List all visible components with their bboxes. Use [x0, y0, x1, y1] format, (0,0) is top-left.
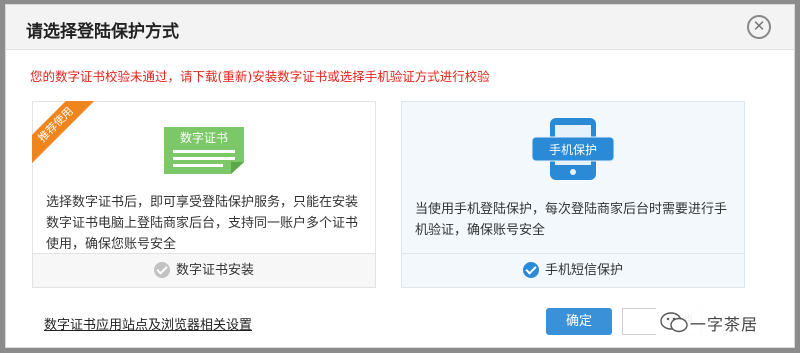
certificate-install-option[interactable]: 数字证书安装 — [33, 253, 375, 287]
phone-option-card[interactable]: 手机保护 当使用手机登陆保护，每次登陆商家后台时需要进行手机验证，确保账号安全 … — [401, 101, 745, 288]
phone-icon: 手机保护 — [531, 118, 615, 180]
phone-icon-label: 手机保护 — [549, 143, 597, 157]
check-icon — [522, 261, 539, 278]
watermark: 一字茶居 — [656, 305, 772, 339]
certificate-footer-label: 数字证书安装 — [175, 263, 254, 278]
close-button[interactable]: ✕ — [747, 15, 771, 39]
certificate-icon-label: 数字证书 — [180, 130, 228, 145]
sms-protection-option[interactable]: 手机短信保护 — [402, 253, 744, 287]
phone-footer-label: 手机短信保护 — [544, 263, 623, 278]
login-protection-dialog: 请选择登陆保护方式 ✕ 您的数字证书校验未通过，请下载(重新)安装数字证书或选择… — [5, 4, 795, 348]
dialog-header: 请选择登陆保护方式 ✕ — [6, 5, 794, 50]
phone-description: 当使用手机登陆保护，每次登陆商家后台时需要进行手机验证，确保账号安全 — [415, 202, 728, 238]
warning-message: 您的数字证书校验未通过，请下载(重新)安装数字证书或选择手机验证方式进行校验 — [30, 69, 490, 84]
confirm-button[interactable]: 确定 — [546, 308, 612, 335]
watermark-text: 一字茶居 — [690, 315, 759, 334]
wechat-icon — [660, 312, 688, 333]
certificate-description: 选择数字证书后，即可享受登陆保护服务，只能在安装数字证书电脑上登陆商家后台，支持… — [46, 195, 359, 252]
certificate-option-card[interactable]: 推荐使用 数字证书 选择数字证书后，即可享受登陆保护服务，只能在安装数字证书电脑… — [32, 101, 376, 288]
certificate-settings-link[interactable]: 数字证书应用站点及浏览器相关设置 — [44, 314, 252, 333]
certificate-icon: 数字证书 — [164, 127, 244, 174]
check-icon — [153, 261, 170, 278]
dialog-title: 请选择登陆保护方式 — [26, 22, 179, 42]
recommended-ribbon-label: 推荐使用 — [32, 101, 99, 168]
recommended-ribbon: 推荐使用 — [32, 101, 102, 171]
close-icon: ✕ — [752, 17, 766, 35]
